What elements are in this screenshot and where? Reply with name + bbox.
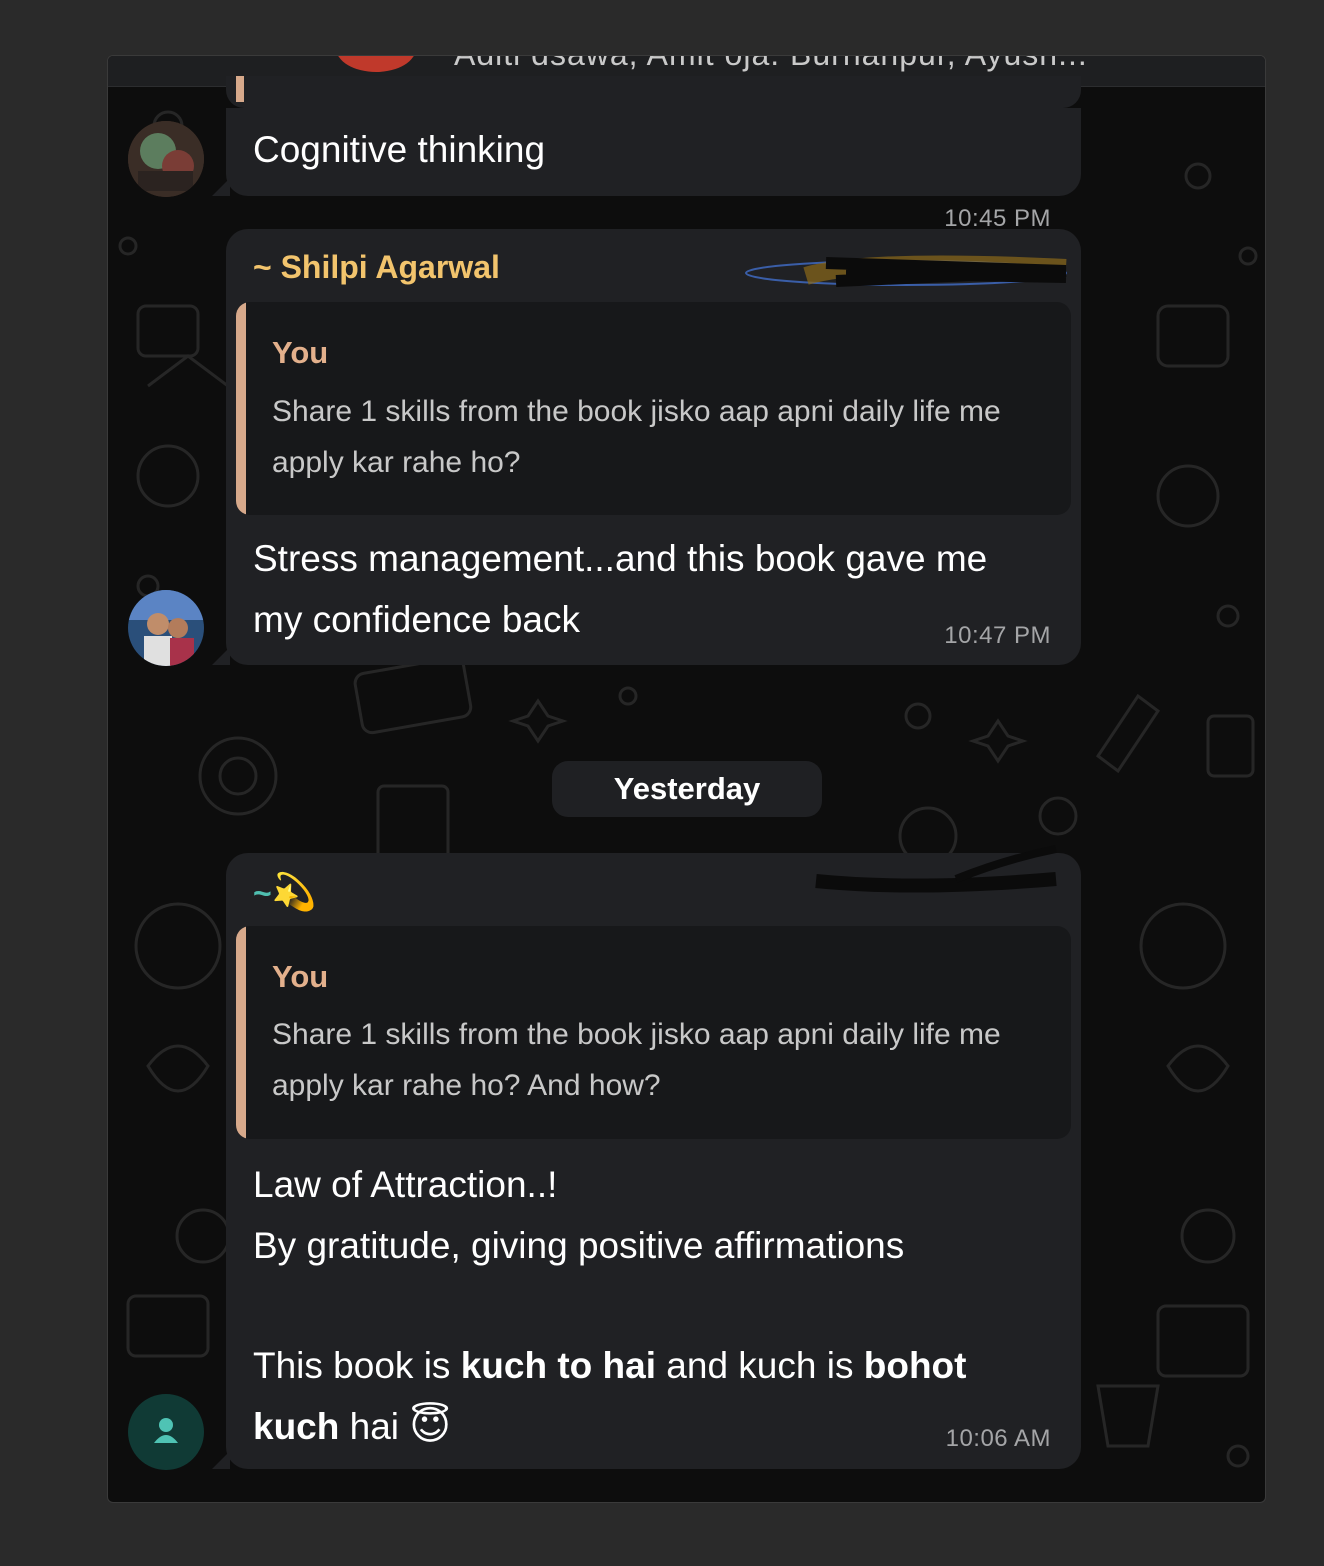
bold-segment: kuch to hai <box>460 1345 657 1386</box>
quote-author: You <box>272 959 329 994</box>
text-segment: and kuch is <box>656 1345 864 1386</box>
message-bubble[interactable]: Cognitive thinking 10:45 PM <box>212 108 1081 232</box>
message-text-line: By gratitude, giving positive affirmatio… <box>253 1225 905 1266</box>
text-segment: hai <box>339 1406 410 1447</box>
text-segment: This book is <box>253 1345 461 1386</box>
sender-avatar[interactable] <box>128 121 204 197</box>
date-divider: Yesterday <box>552 761 822 817</box>
quote-text: Share 1 skills from the book jisko aap a… <box>272 395 1001 479</box>
message-time: 10:06 AM <box>945 1425 1051 1452</box>
person-icon <box>154 1418 178 1443</box>
sender-avatar[interactable] <box>128 1394 204 1470</box>
message-text-line: This book is kuch to hai and kuch is boh… <box>253 1335 966 1396</box>
group-avatar[interactable] <box>336 56 416 72</box>
group-members-text: Aditi dsawa, Amit oja. Burhanpur, Ayush.… <box>454 56 1088 73</box>
quote-author: You <box>272 335 329 370</box>
chat-window: Aditi dsawa, Amit oja. Burhanpur, Ayush.… <box>107 55 1266 1503</box>
previous-message-edge <box>226 76 1081 108</box>
bubble-tail <box>212 178 230 196</box>
message-time: 10:47 PM <box>944 622 1051 649</box>
sender-emoji: 💫 <box>271 871 317 912</box>
message-text-line: my confidence back <box>253 599 581 640</box>
quote-text: Share 1 skills from the book jisko aap a… <box>272 1018 1001 1102</box>
message-text-line: Stress management...and this book gave m… <box>253 538 988 579</box>
quoted-message[interactable]: You Share 1 skills from the book jisko a… <box>236 302 1071 515</box>
sender-avatar[interactable] <box>128 590 204 666</box>
sender-name: ~💫 <box>253 871 317 913</box>
quoted-message[interactable]: You Share 1 skills from the book jisko a… <box>236 926 1071 1139</box>
redaction-scribble <box>815 845 1057 893</box>
avatar-photo <box>128 590 204 666</box>
message-text-line: Law of Attraction..! <box>253 1164 558 1205</box>
message-text-line: kuch hai 😇 <box>253 1396 451 1457</box>
redaction-scribble <box>745 255 1067 287</box>
message-bubble[interactable]: ~💫 You Share 1 skills from the book jisk… <box>212 845 1081 1469</box>
sender-prefix: ~ <box>253 875 272 911</box>
message-text: Cognitive thinking <box>253 129 546 170</box>
bubble-tail <box>212 647 230 665</box>
bold-segment: kuch <box>253 1406 340 1447</box>
quote-accent-bar <box>236 926 246 1139</box>
quote-accent-bar <box>236 302 246 515</box>
message-bubble[interactable]: ~ Shilpi Agarwal You Share 1 skills from… <box>212 229 1081 665</box>
halo-emoji: 😇 <box>409 1404 451 1448</box>
avatar-photo <box>128 121 204 197</box>
bold-segment: bohot <box>863 1345 967 1386</box>
sender-name: ~ Shilpi Agarwal <box>253 249 500 285</box>
bubble-tail <box>212 1451 230 1469</box>
